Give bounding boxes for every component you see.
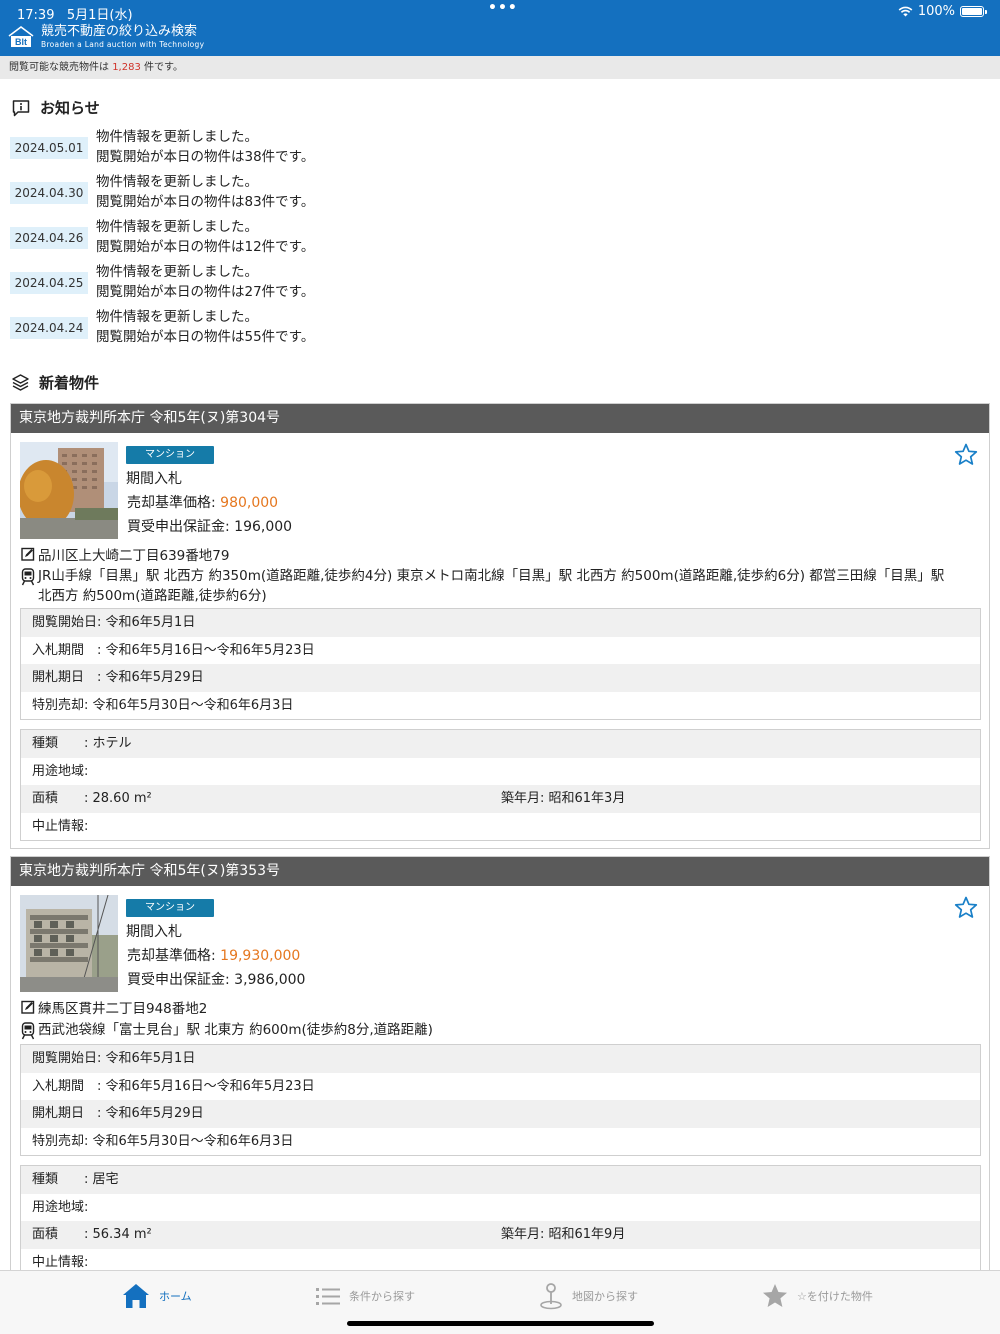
tab-map-search[interactable]: 地図から探す (538, 1281, 638, 1311)
notice-item[interactable]: 2024.05.01 物件情報を更新しました。 閲覧開始が本日の物件は38件です。 (10, 128, 610, 172)
notice-item[interactable]: 2024.04.30 物件情報を更新しました。 閲覧開始が本日の物件は83件です。 (10, 173, 610, 217)
schedule-row: 特別売却: 令和6年5月30日～令和6年6月3日 (32, 1133, 294, 1149)
detail-suspension: 中止情報: (32, 1254, 89, 1270)
schedule-row: 閲覧開始日: 令和6年5月1日 (21, 609, 980, 637)
sale-type: 期間入札 (126, 471, 182, 487)
tab-favorites[interactable]: ☆を付けた物件 (761, 1281, 873, 1311)
notice-item[interactable]: 2024.04.26 物件情報を更新しました。 閲覧開始が本日の物件は12件です。 (10, 218, 610, 262)
home-indicator[interactable] (347, 1321, 654, 1326)
detail-built: 築年月: 昭和61年3月 (501, 791, 626, 806)
notice-date: 2024.04.24 (10, 317, 88, 339)
info-bubble-icon (12, 99, 30, 116)
edit-location-icon (21, 1000, 35, 1014)
schedule-row: 入札期間 : 令和6年5月16日～令和6年5月23日 (32, 1078, 315, 1094)
train-icon (21, 1022, 35, 1040)
wifi-icon (898, 6, 913, 17)
listing-case-title[interactable]: 東京地方裁判所本庁 令和5年(ヌ)第353号 (11, 857, 989, 886)
available-count-bar: 閲覧可能な競売物件は 1,283 件です。 (0, 56, 1000, 79)
property-access: JR山手線「目黒」駅 北西方 約350m(道路距離,徒歩約4分) 東京メトロ南北… (21, 566, 961, 606)
home-icon (123, 1284, 149, 1308)
map-pin-icon (540, 1283, 562, 1310)
property-type-badge: マンション (126, 446, 214, 464)
base-price-value: 19,930,000 (220, 948, 301, 964)
edit-location-icon (21, 547, 35, 561)
favorite-star-button[interactable] (953, 895, 979, 921)
detail-type: 種類 : 居宅 (21, 1166, 980, 1194)
favorite-star-button[interactable] (953, 442, 979, 468)
notice-date: 2024.04.30 (10, 182, 88, 204)
base-price: 売却基準価格: 980,000 (127, 495, 279, 511)
schedule-row: 特別売却: 令和6年5月30日～令和6年6月3日 (32, 697, 294, 713)
star-icon (763, 1284, 787, 1307)
details-table: 種類 : 居宅 用途地域: 面積 : 56.34 m² 築年月: 昭和61年9月… (20, 1165, 981, 1270)
property-photo[interactable] (20, 442, 118, 539)
detail-area-row: 面積 : 56.34 m² 築年月: 昭和61年9月 (21, 1221, 980, 1249)
status-right: 100% (898, 4, 987, 19)
schedule-row: 入札期間 : 令和6年5月16日～令和6年5月23日 (32, 642, 315, 658)
new-listings-heading: 新着物件 (11, 372, 99, 393)
main-content[interactable]: お知らせ 2024.05.01 物件情報を更新しました。 閲覧開始が本日の物件は3… (0, 79, 1000, 1270)
detail-zoning: 用途地域: (32, 1199, 89, 1215)
schedule-row: 開札期日 : 令和6年5月29日 (21, 1100, 980, 1128)
status-time: 17:39 5月1日(水) (17, 8, 133, 23)
notice-date: 2024.05.01 (10, 137, 88, 159)
train-icon (21, 568, 35, 586)
svg-text:Blt: Blt (15, 37, 27, 47)
notices-heading: お知らせ (11, 97, 100, 118)
property-address: 練馬区貫井二丁目948番地2 (21, 997, 207, 1017)
app-logo-icon: Blt (8, 26, 34, 47)
listing-case-title[interactable]: 東京地方裁判所本庁 令和5年(ヌ)第304号 (11, 404, 989, 433)
app-subtitle: Broaden a Land auction with Technology (41, 40, 205, 49)
battery-percent: 100% (917, 4, 955, 19)
property-type-badge: マンション (126, 899, 214, 917)
schedule-table: 閲覧開始日: 令和6年5月1日 入札期間 : 令和6年5月16日～令和6年5月2… (20, 1044, 981, 1156)
notice-text: 物件情報を更新しました。 閲覧開始が本日の物件は55件です。 (96, 309, 315, 345)
tab-home[interactable]: ホーム (121, 1281, 192, 1311)
detail-area: 面積 : 28.60 m² (32, 791, 152, 806)
deposit: 買受申出保証金: 3,986,000 (127, 972, 306, 988)
notice-date: 2024.04.26 (10, 227, 88, 249)
base-price-value: 980,000 (220, 495, 279, 511)
property-access: 西武池袋線「富士見台」駅 北東方 約600m(徒歩約8分,道路距離) (21, 1020, 961, 1040)
app-header: 17:39 5月1日(水) ••• 100% Blt 競売不動産の絞り込み検索 … (0, 0, 1000, 56)
notice-item[interactable]: 2024.04.25 物件情報を更新しました。 閲覧開始が本日の物件は27件です。 (10, 263, 610, 307)
schedule-row: 閲覧開始日: 令和6年5月1日 (21, 1045, 980, 1073)
tab-search-conditions[interactable]: 条件から探す (315, 1281, 415, 1311)
deposit: 買受申出保証金: 196,000 (127, 519, 293, 535)
detail-type: 種類 : ホテル (21, 730, 980, 758)
multitasking-dots[interactable]: ••• (488, 0, 518, 16)
property-photo[interactable] (20, 895, 118, 992)
detail-zoning: 用途地域: (32, 763, 89, 779)
schedule-row: 開札期日 : 令和6年5月29日 (21, 664, 980, 692)
detail-suspension: 中止情報: (32, 818, 89, 834)
schedule-table: 閲覧開始日: 令和6年5月1日 入札期間 : 令和6年5月16日～令和6年5月2… (20, 608, 981, 720)
notice-item[interactable]: 2024.04.24 物件情報を更新しました。 閲覧開始が本日の物件は55件です。 (10, 308, 610, 352)
details-table: 種類 : ホテル 用途地域: 面積 : 28.60 m² 築年月: 昭和61年3… (20, 729, 981, 841)
notice-text: 物件情報を更新しました。 閲覧開始が本日の物件は38件です。 (96, 129, 315, 165)
notice-date: 2024.04.25 (10, 272, 88, 294)
layers-icon (12, 374, 29, 391)
property-address: 品川区上大崎二丁目639番地79 (21, 544, 229, 564)
available-count: 1,283 (112, 62, 141, 73)
detail-area: 面積 : 56.34 m² (32, 1227, 152, 1242)
base-price: 売却基準価格: 19,930,000 (127, 948, 301, 964)
sale-type: 期間入札 (126, 924, 182, 940)
app-title: 競売不動産の絞り込み検索 (41, 24, 198, 39)
listing-card[interactable]: 東京地方裁判所本庁 令和5年(ヌ)第353号 マンション 期間入札 売却基準価格… (10, 856, 990, 1270)
notice-text: 物件情報を更新しました。 閲覧開始が本日の物件は27件です。 (96, 264, 315, 300)
notice-text: 物件情報を更新しました。 閲覧開始が本日の物件は83件です。 (96, 174, 315, 210)
detail-area-row: 面積 : 28.60 m² 築年月: 昭和61年3月 (21, 785, 980, 813)
listing-card[interactable]: 東京地方裁判所本庁 令和5年(ヌ)第304号 マンション 期間入札 売却基準価格… (10, 403, 990, 849)
list-icon (316, 1288, 340, 1305)
battery-icon (960, 6, 987, 17)
notice-text: 物件情報を更新しました。 閲覧開始が本日の物件は12件です。 (96, 219, 315, 255)
detail-built: 築年月: 昭和61年9月 (501, 1227, 626, 1242)
